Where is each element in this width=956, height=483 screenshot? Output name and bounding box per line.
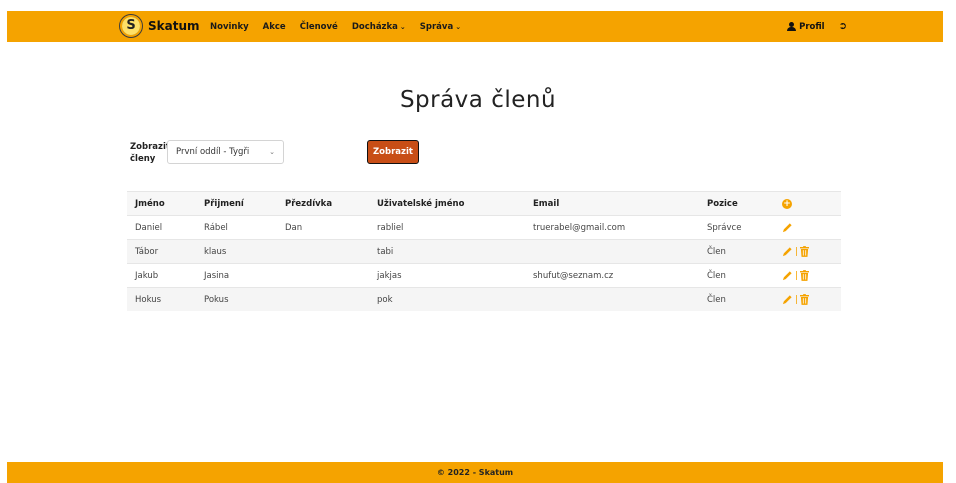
pencil-icon[interactable] [782, 246, 793, 257]
cell-prijmeni: Pokus [204, 294, 229, 305]
group-select-value: První oddíl - Tygři [176, 147, 250, 157]
user-icon [787, 22, 797, 31]
table-row: Jakub Jasina jakjas shufut@seznam.cz Čle… [127, 263, 841, 287]
footer: © 2022 - Skatum [7, 462, 943, 483]
cell-prijmeni: Rábel [204, 222, 228, 233]
page: S Skatum Novinky Akce Členové Docházka ⌄… [0, 0, 956, 483]
row-actions: | [774, 294, 841, 305]
nav-akce[interactable]: Akce [263, 22, 286, 32]
cell-jmeno: Hokus [135, 294, 162, 305]
cell-uzivatelske-jmeno: rabliel [377, 222, 404, 233]
trash-icon[interactable] [800, 246, 810, 257]
chevron-down-icon: ⌄ [455, 22, 462, 31]
action-separator: | [795, 270, 799, 281]
filter-label-line1: Zobrazit [130, 142, 170, 152]
nav-dochazka-dropdown[interactable]: Docházka ⌄ [352, 22, 406, 32]
header-jmeno: Jméno [135, 198, 165, 209]
table-header: Jméno Přijmení Přezdívka Uživatelské jmé… [127, 191, 841, 215]
nav-links: Novinky Akce Členové Docházka ⌄ Správa ⌄ [210, 11, 475, 42]
table-row: Hokus Pokus pok Člen | [127, 287, 841, 311]
nav-dochazka-label: Docházka [351, 21, 398, 32]
cell-prezdivka: Dan [285, 222, 303, 233]
header-email: Email [533, 198, 560, 209]
cell-jmeno: Tábor [135, 246, 159, 257]
page-title: Správa členů [399, 87, 557, 113]
row-actions: | [774, 246, 841, 257]
header-pozice: Pozice [707, 198, 738, 209]
profile-label: Profil [799, 21, 825, 32]
header-prijmeni: Přijmení [204, 198, 244, 209]
action-separator: | [795, 294, 799, 305]
trash-icon[interactable] [800, 294, 810, 305]
brand-name: Skatum [148, 19, 200, 33]
profile-link[interactable]: Profil [787, 21, 825, 32]
cell-uzivatelske-jmeno: pok [377, 294, 393, 305]
action-separator: | [795, 246, 799, 257]
add-member-icon[interactable]: + [782, 198, 792, 209]
members-table: Jméno Přijmení Přezdívka Uživatelské jmé… [127, 191, 841, 311]
cell-prijmeni: klaus [204, 246, 227, 257]
nav-sprava-dropdown[interactable]: Správa ⌄ [420, 22, 461, 32]
cell-uzivatelske-jmeno: tabi [377, 246, 394, 257]
pencil-icon[interactable] [782, 222, 793, 233]
chevron-down-icon: ⌄ [399, 22, 406, 31]
cell-pozice: Člen [707, 270, 726, 281]
filter-label: Zobrazit členy [130, 141, 170, 165]
row-actions: | [774, 270, 841, 281]
cell-pozice: Člen [707, 294, 726, 305]
header-prezdivka: Přezdívka [285, 198, 333, 209]
brand-logo-icon: S [120, 15, 142, 37]
cell-prijmeni: Jasina [204, 270, 230, 281]
navbar: S Skatum Novinky Akce Členové Docházka ⌄… [7, 11, 943, 42]
cell-jmeno: Daniel [135, 222, 163, 233]
nav-clenove[interactable]: Členové [300, 22, 338, 32]
cell-email: truerabel@gmail.com [533, 222, 626, 233]
nav-right: Profil ➲ [787, 11, 847, 42]
cell-jmeno: Jakub [135, 270, 159, 281]
show-button[interactable]: Zobrazit [367, 140, 419, 164]
cell-pozice: Správce [707, 222, 742, 233]
brand-link[interactable]: S Skatum [120, 15, 200, 37]
pencil-icon[interactable] [782, 270, 793, 281]
chevron-down-icon: ⌄ [269, 148, 275, 156]
trash-icon[interactable] [800, 270, 810, 281]
cell-email: shufut@seznam.cz [533, 270, 614, 281]
group-select[interactable]: První oddíl - Tygři ⌄ [167, 140, 284, 164]
nav-sprava-label: Správa [419, 21, 454, 32]
logout-icon[interactable]: ➲ [839, 21, 847, 32]
filter-label-line2: členy [130, 154, 156, 164]
header-actions: + [774, 198, 841, 209]
cell-uzivatelske-jmeno: jakjas [377, 270, 402, 281]
header-uzivatelske-jmeno: Uživatelské jméno [377, 198, 465, 209]
table-row: Daniel Rábel Dan rabliel truerabel@gmail… [127, 215, 841, 239]
row-actions [774, 222, 841, 233]
cell-pozice: Člen [707, 246, 726, 257]
nav-novinky[interactable]: Novinky [210, 22, 249, 32]
table-row: Tábor klaus tabi Člen | [127, 239, 841, 263]
pencil-icon[interactable] [782, 294, 793, 305]
